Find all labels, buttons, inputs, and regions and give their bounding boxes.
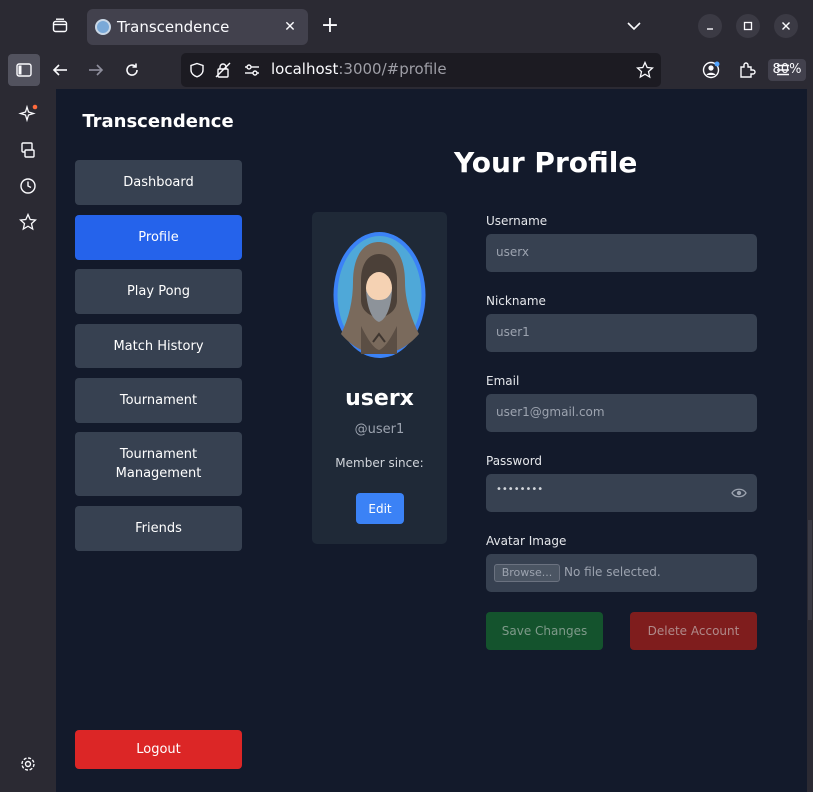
profile-display-name: userx xyxy=(345,386,414,411)
insecure-lock-icon[interactable] xyxy=(215,62,231,78)
gear-icon xyxy=(21,757,35,771)
delete-account-button[interactable]: Delete Account xyxy=(630,612,757,650)
close-tab-icon[interactable]: ✕ xyxy=(280,17,300,37)
username-value: userx xyxy=(496,245,529,259)
history-button[interactable] xyxy=(16,174,40,198)
password-label: Password xyxy=(486,454,543,468)
scrollbar[interactable] xyxy=(808,520,812,620)
bookmarks-button[interactable] xyxy=(16,210,40,234)
url-text[interactable]: localhost:3000/#profile xyxy=(271,60,447,78)
nav-match-history[interactable]: Match History xyxy=(75,324,242,368)
list-all-tabs-button[interactable] xyxy=(46,12,74,40)
address-bar[interactable]: localhost:3000/#profile 80% xyxy=(181,53,806,87)
nickname-value: user1 xyxy=(496,325,530,339)
back-button[interactable] xyxy=(44,54,76,86)
clock-icon xyxy=(20,178,36,194)
email-label: Email xyxy=(486,374,520,388)
username-label: Username xyxy=(486,214,548,228)
edit-profile-button[interactable]: Edit xyxy=(356,493,404,524)
minimize-button[interactable] xyxy=(698,14,722,38)
profile-card: userx @user1 Member since: Edit xyxy=(312,212,447,544)
logout-button[interactable]: Logout xyxy=(75,730,242,769)
maximize-button[interactable] xyxy=(736,14,760,38)
browse-button[interactable]: Browse... xyxy=(494,564,560,582)
chevron-down-icon xyxy=(627,22,641,31)
sparkle-icon xyxy=(18,104,38,123)
eye-icon[interactable] xyxy=(731,486,747,500)
nav-dashboard[interactable]: Dashboard xyxy=(75,160,242,205)
username-field[interactable]: userx xyxy=(486,234,757,272)
save-changes-button[interactable]: Save Changes xyxy=(486,612,603,650)
browser-tabstrip: Transcendence ✕ + xyxy=(0,0,813,52)
shield-icon[interactable] xyxy=(189,62,205,78)
synced-tabs-icon xyxy=(21,142,35,158)
synced-tabs-button[interactable] xyxy=(16,138,40,162)
sidebar-settings-button[interactable] xyxy=(16,752,40,776)
close-icon xyxy=(782,22,790,30)
reload-button[interactable] xyxy=(116,54,148,86)
avatar xyxy=(333,232,426,358)
nav-play-pong[interactable]: Play Pong xyxy=(75,269,242,314)
reload-icon xyxy=(126,63,138,76)
url-host: localhost xyxy=(271,60,339,78)
browser-tab[interactable]: Transcendence ✕ xyxy=(87,9,308,45)
tab-overflow-button[interactable] xyxy=(622,14,646,38)
extensions-button[interactable] xyxy=(731,54,763,86)
sidebar-icon xyxy=(16,63,32,77)
avatar-file-field[interactable]: Browse... No file selected. xyxy=(486,554,757,592)
page-title: Your Profile xyxy=(454,146,638,179)
password-value: •••••••• xyxy=(496,484,544,495)
ai-chatbot-button[interactable] xyxy=(16,102,40,126)
new-tab-button[interactable]: + xyxy=(318,14,342,38)
no-file-text: No file selected. xyxy=(564,565,661,579)
browser-navbar: localhost:3000/#profile 80% xyxy=(0,52,813,89)
app-brand: Transcendence xyxy=(82,111,234,132)
email-value: user1@gmail.com xyxy=(496,405,605,419)
email-field[interactable]: user1@gmail.com xyxy=(486,394,757,432)
profile-handle: @user1 xyxy=(354,422,405,437)
avatar-image-label: Avatar Image xyxy=(486,534,567,548)
site-favicon-icon xyxy=(95,19,111,35)
tab-list-icon xyxy=(52,18,68,33)
account-button[interactable] xyxy=(695,54,727,86)
star-icon xyxy=(19,213,37,231)
puzzle-icon xyxy=(740,62,756,78)
nickname-field[interactable]: user1 xyxy=(486,314,757,352)
member-since-label: Member since: xyxy=(335,456,424,470)
maximize-icon xyxy=(743,21,753,31)
password-field[interactable]: •••••••• xyxy=(486,474,757,512)
bookmark-star-icon[interactable] xyxy=(636,61,654,79)
close-window-button[interactable] xyxy=(774,14,798,38)
menu-button[interactable] xyxy=(767,54,799,86)
forward-button[interactable] xyxy=(80,54,112,86)
nav-tournament[interactable]: Tournament xyxy=(75,378,242,423)
nav-friends[interactable]: Friends xyxy=(75,506,242,551)
sidebar-toggle-button[interactable] xyxy=(8,54,40,86)
account-icon xyxy=(702,61,720,79)
forward-arrow-icon xyxy=(89,64,104,76)
minimize-icon xyxy=(707,28,713,30)
window-edge xyxy=(807,89,813,792)
nickname-label: Nickname xyxy=(486,294,546,308)
back-arrow-icon xyxy=(52,64,67,76)
nav-tournament-management[interactable]: Tournament Management xyxy=(75,432,242,496)
browser-sidebar xyxy=(0,89,56,792)
url-path: :3000/#profile xyxy=(338,60,447,78)
hamburger-menu-icon xyxy=(777,64,789,76)
app-page: Transcendence Dashboard Profile Play Pon… xyxy=(56,89,807,792)
permissions-icon[interactable] xyxy=(243,62,261,78)
tab-title: Transcendence xyxy=(117,18,230,36)
nav-profile[interactable]: Profile xyxy=(75,215,242,260)
